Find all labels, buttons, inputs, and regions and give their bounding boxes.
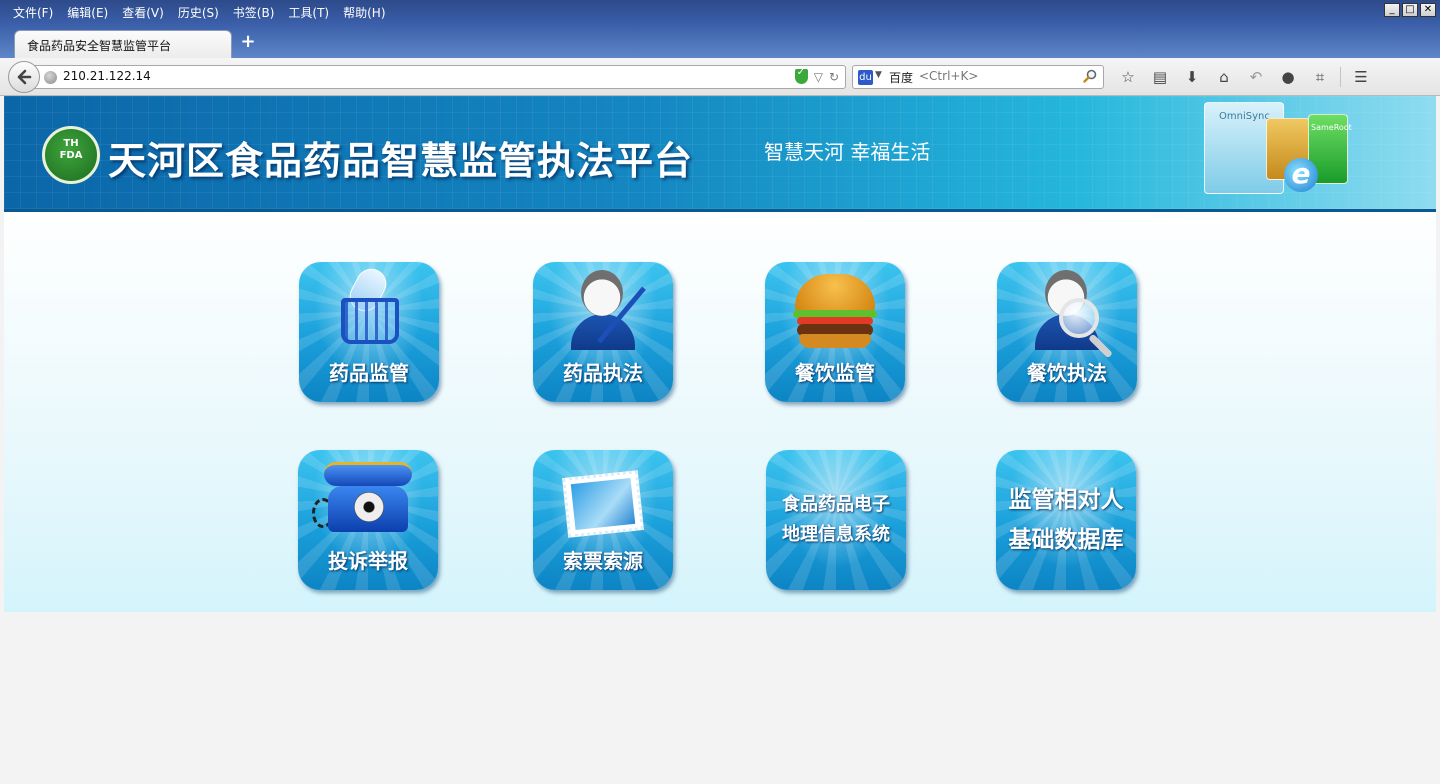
site-banner: TH FDA 天河区食品药品智慧监管执法平台 智慧天河 幸福生活 OmniSyn… bbox=[4, 96, 1436, 212]
magnifier-glass bbox=[1059, 298, 1099, 338]
tile-gis-system[interactable]: 食品药品电子 地理信息系统 bbox=[766, 450, 906, 590]
globe-icon bbox=[44, 71, 57, 84]
tile-label: 食品药品电子 地理信息系统 bbox=[766, 490, 906, 550]
shield-icon[interactable] bbox=[794, 67, 808, 84]
tile-label: 餐饮执法 bbox=[1027, 361, 1107, 385]
hamburger-menu-icon[interactable]: ☰ bbox=[1345, 66, 1377, 88]
bookmark-star-icon[interactable]: ☆ bbox=[1112, 66, 1144, 88]
tile-label-line-2: 基础数据库 bbox=[1008, 527, 1124, 553]
menu-bookmarks[interactable]: 书签(B) bbox=[226, 4, 282, 22]
menu-tools[interactable]: 工具(T) bbox=[281, 4, 336, 22]
menu-help[interactable]: 帮助(H) bbox=[336, 4, 392, 22]
stamp-picture bbox=[570, 477, 636, 531]
close-button[interactable]: ✕ bbox=[1420, 3, 1436, 17]
bun-bottom bbox=[799, 334, 871, 348]
reading-list-icon[interactable]: ▤ bbox=[1144, 66, 1176, 88]
reload-icon[interactable]: ↻ bbox=[829, 70, 839, 84]
search-bar[interactable]: du ▼ 百度 <Ctrl+K> bbox=[852, 65, 1104, 89]
sameroot-label: SameRoot bbox=[1311, 123, 1352, 132]
tile-drug-supervision[interactable]: 药品监管 bbox=[299, 262, 439, 402]
search-icon[interactable] bbox=[1083, 69, 1097, 83]
crop-icon[interactable]: ⌗ bbox=[1304, 66, 1336, 88]
menu-file[interactable]: 文件(F) bbox=[6, 4, 60, 22]
ie-logo-icon: e bbox=[1284, 158, 1318, 192]
browser-tab[interactable]: 食品药品安全智慧监管平台 bbox=[14, 30, 232, 58]
search-input[interactable]: <Ctrl+K> bbox=[919, 69, 978, 83]
minimize-button[interactable]: _ bbox=[1384, 3, 1400, 17]
home-icon[interactable]: ⌂ bbox=[1208, 66, 1240, 88]
tile-label: 投诉举报 bbox=[328, 549, 408, 573]
tile-label-line-2: 地理信息系统 bbox=[782, 524, 890, 545]
back-arrow-icon bbox=[17, 69, 32, 85]
tile-drug-enforcement[interactable]: 药品执法 bbox=[533, 262, 673, 402]
dropdown-arrow-icon[interactable]: ▽ bbox=[814, 70, 823, 84]
site-title: 天河区食品药品智慧监管执法平台 bbox=[108, 139, 694, 183]
tile-label: 监管相对人 基础数据库 bbox=[996, 480, 1136, 560]
tile-label: 餐饮监管 bbox=[795, 361, 875, 385]
menu-view[interactable]: 查看(V) bbox=[115, 4, 171, 22]
officer-pen-icon bbox=[581, 270, 623, 316]
decorative-cards-image: OmniSync SameRoot e bbox=[1196, 96, 1396, 206]
rotary-dial bbox=[354, 492, 384, 522]
logo-text-top: TH bbox=[63, 138, 79, 149]
toolbar-separator bbox=[1340, 67, 1341, 87]
tile-label: 药品监管 bbox=[329, 361, 409, 385]
tile-complaint-report[interactable]: 投诉举报 bbox=[298, 450, 438, 590]
logo-text: TH FDA bbox=[45, 138, 97, 162]
tile-ticket-source[interactable]: 索票索源 bbox=[533, 450, 673, 590]
logo-text-bottom: FDA bbox=[59, 150, 83, 161]
maximize-button[interactable]: □ bbox=[1402, 3, 1418, 17]
new-tab-button[interactable]: + bbox=[238, 31, 258, 53]
hamburger-icon bbox=[795, 274, 875, 312]
tile-label: 索票索源 bbox=[563, 549, 643, 573]
search-engine-name: 百度 bbox=[889, 71, 914, 85]
address-bar[interactable]: 210.21.122.14 ▽ ↻ bbox=[34, 65, 846, 89]
tile-catering-enforcement[interactable]: 餐饮执法 bbox=[997, 262, 1137, 402]
phone-handset bbox=[324, 462, 412, 486]
fda-logo: TH FDA bbox=[42, 126, 100, 184]
baidu-icon[interactable]: du bbox=[858, 70, 873, 85]
window-titlebar: 文件(F) 编辑(E) 查看(V) 历史(S) 书签(B) 工具(T) 帮助(H… bbox=[0, 0, 1440, 58]
download-icon[interactable]: ⬇ bbox=[1176, 66, 1208, 88]
menu-history[interactable]: 历史(S) bbox=[171, 4, 226, 22]
navigation-bar: 210.21.122.14 ▽ ↻ du ▼ 百度 <Ctrl+K> ☆ ▤ ⬇… bbox=[0, 58, 1440, 96]
tab-title: 食品药品安全智慧监管平台 bbox=[27, 39, 172, 53]
omnisync-label: OmniSync bbox=[1219, 111, 1270, 122]
tile-subject-database[interactable]: 监管相对人 基础数据库 bbox=[996, 450, 1136, 590]
menu-bar: 文件(F) 编辑(E) 查看(V) 历史(S) 书签(B) 工具(T) 帮助(H… bbox=[6, 4, 393, 22]
tile-label: 药品执法 bbox=[563, 361, 643, 385]
tile-label-line-1: 食品药品电子 bbox=[782, 494, 890, 515]
back-button[interactable] bbox=[8, 61, 40, 93]
tile-catering-supervision[interactable]: 餐饮监管 bbox=[765, 262, 905, 402]
main-content: 药品监管 药品执法 餐饮监管 餐饮执法 投诉举报 索票索源 食品药品电子 地理信… bbox=[4, 212, 1436, 612]
engine-caret-icon[interactable]: ▼ bbox=[875, 70, 882, 80]
url-icons: ▽ ↻ bbox=[794, 67, 839, 84]
toolbar: ☆ ▤ ⬇ ⌂ ↶ ● ⌗ ☰ bbox=[1112, 66, 1377, 88]
chat-icon[interactable]: ● bbox=[1272, 66, 1304, 88]
url-text: 210.21.122.14 bbox=[63, 69, 151, 83]
tile-label-line-1: 监管相对人 bbox=[1008, 487, 1124, 513]
window-controls: _ □ ✕ bbox=[1384, 3, 1436, 17]
menu-edit[interactable]: 编辑(E) bbox=[60, 4, 115, 22]
medicine-basket-icon bbox=[341, 298, 399, 344]
undo-icon[interactable]: ↶ bbox=[1240, 66, 1272, 88]
site-slogan: 智慧天河 幸福生活 bbox=[764, 140, 931, 164]
